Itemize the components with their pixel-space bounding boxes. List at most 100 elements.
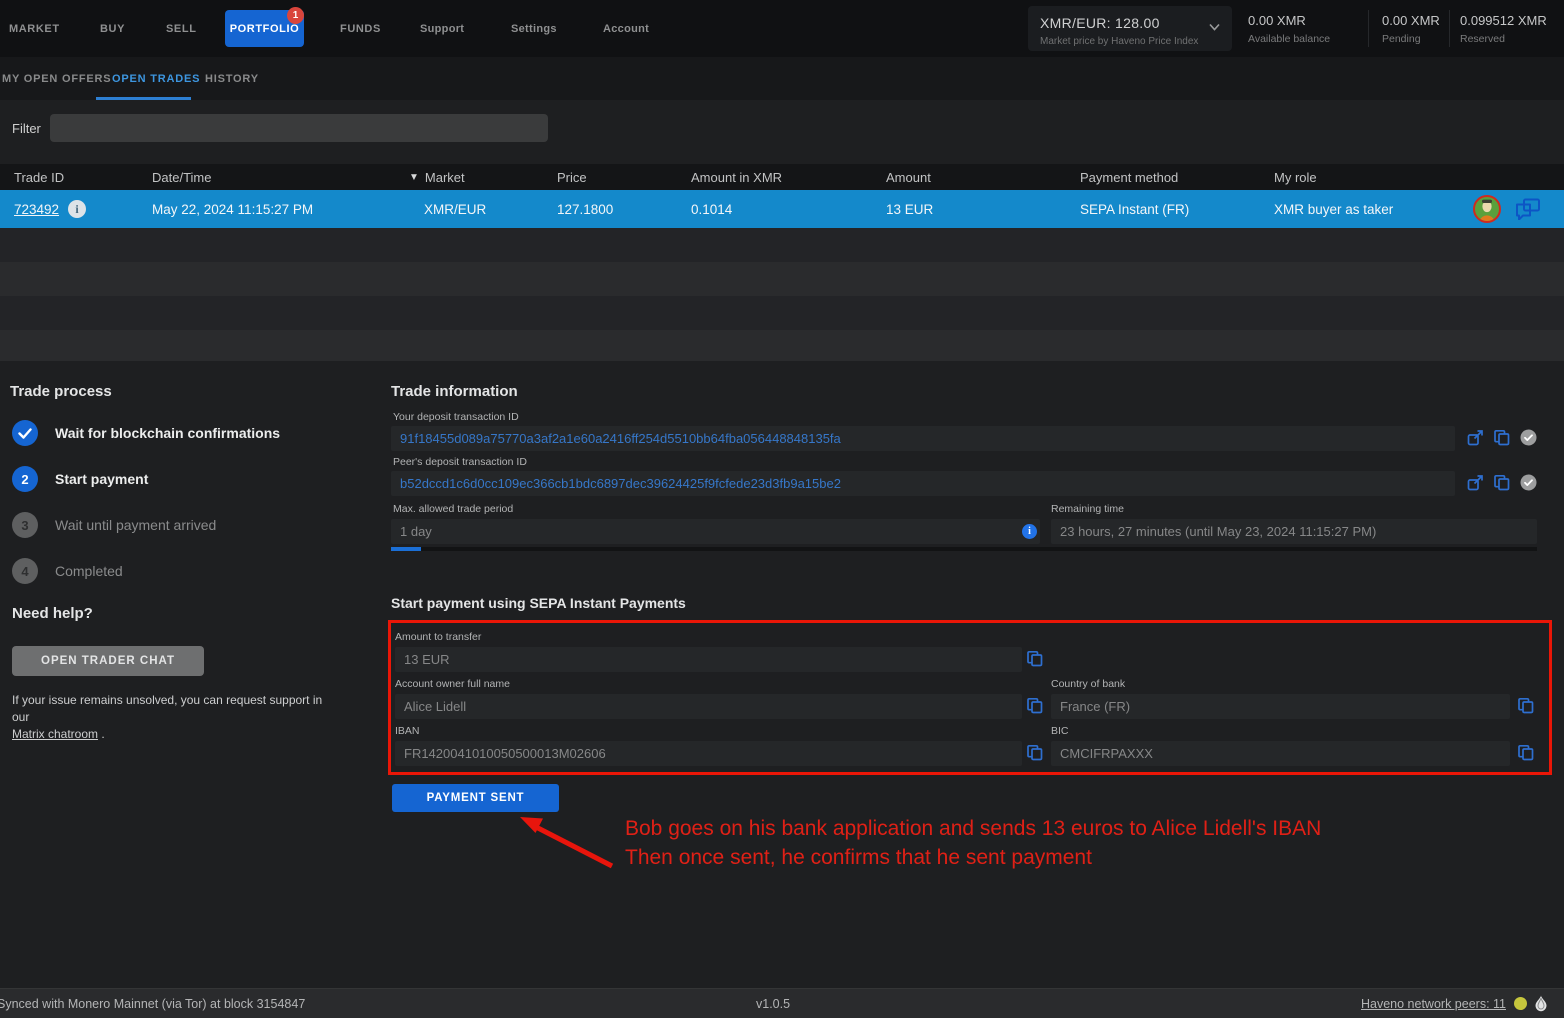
column-amount[interactable]: Amount: [886, 164, 931, 190]
step-label: Completed: [55, 563, 123, 579]
haveno-app-window: MARKET BUY SELL PORTFOLIO 1 FUNDS Suppor…: [0, 0, 1564, 1018]
table-empty-row: [0, 296, 1564, 330]
filter-label: Filter: [12, 121, 41, 136]
annotation-text-line2: Then once sent, he confirms that he sent…: [625, 846, 1092, 870]
amount-to-transfer-label: Amount to transfer: [395, 631, 481, 643]
available-balance-value: 0.00 XMR: [1248, 13, 1306, 28]
trade-period-info-icon[interactable]: i: [1022, 524, 1037, 539]
copy-txid-icon[interactable]: [1493, 429, 1510, 446]
tab-history[interactable]: HISTORY: [205, 57, 259, 100]
peer-txid-field[interactable]: b52dccd1c6d0cc109ec366cb1bdc6897dec39624…: [391, 471, 1455, 496]
amount-to-transfer-field[interactable]: 13 EUR: [395, 647, 1022, 672]
column-market[interactable]: ▼ Market: [409, 164, 465, 190]
trade-period-progress-fill: [391, 547, 421, 551]
bic-label: BIC: [1051, 725, 1069, 737]
table-empty-row: [0, 262, 1564, 296]
trade-information-title: Trade information: [391, 383, 518, 400]
chevron-down-icon: [1209, 23, 1220, 31]
available-balance-label: Available balance: [1248, 33, 1330, 45]
need-help-title: Need help?: [12, 605, 93, 622]
nav-funds[interactable]: FUNDS: [340, 0, 381, 57]
trade-my-role: XMR buyer as taker: [1274, 190, 1393, 228]
nav-market[interactable]: MARKET: [9, 0, 60, 57]
filter-input[interactable]: [50, 114, 548, 142]
portfolio-subtabs: MY OPEN OFFERS OPEN TRADES HISTORY: [0, 57, 1564, 100]
nav-support[interactable]: Support: [420, 0, 464, 57]
trade-market: XMR/EUR: [424, 190, 486, 228]
sync-status-text: Synced with Monero Mainnet (via Tor) at …: [0, 997, 305, 1011]
country-of-bank-label: Country of bank: [1051, 678, 1125, 690]
market-price-source: Market price by Haveno Price Index: [1040, 36, 1198, 47]
status-bar: Synced with Monero Mainnet (via Tor) at …: [0, 988, 1564, 1018]
table-empty-row: [0, 330, 1564, 361]
copy-country-icon[interactable]: [1517, 697, 1534, 714]
remaining-time-field[interactable]: 23 hours, 27 minutes (until May 23, 2024…: [1051, 519, 1537, 544]
column-date-time[interactable]: Date/Time: [152, 164, 211, 190]
pending-balance-label: Pending: [1382, 33, 1421, 45]
step-start-payment: 2 Start payment: [12, 466, 148, 492]
open-trader-chat-button[interactable]: OPEN TRADER CHAT: [12, 646, 204, 676]
trade-amount: 13 EUR: [886, 190, 933, 228]
iban-field[interactable]: FR1420041010050500013M02606: [395, 741, 1022, 766]
column-payment-method[interactable]: Payment method: [1080, 164, 1178, 190]
trade-table-row-selected[interactable]: 723492 i May 22, 2024 11:15:27 PM XMR/EU…: [0, 190, 1564, 228]
annotation-arrow: [500, 806, 630, 878]
account-owner-label: Account owner full name: [395, 678, 510, 690]
trade-period-field[interactable]: 1 day: [391, 519, 1040, 544]
copy-iban-icon[interactable]: [1026, 744, 1043, 761]
account-owner-field[interactable]: Alice Lidell: [395, 694, 1022, 719]
tor-onion-icon[interactable]: [1534, 995, 1548, 1013]
column-my-role[interactable]: My role: [1274, 164, 1317, 190]
nav-settings[interactable]: Settings: [511, 0, 557, 57]
divider: [1449, 10, 1450, 47]
trade-datetime: May 22, 2024 11:15:27 PM: [152, 190, 313, 228]
tab-open-trades[interactable]: OPEN TRADES: [112, 57, 200, 100]
annotation-text-line1: Bob goes on his bank application and sen…: [625, 817, 1321, 841]
nav-buy[interactable]: BUY: [100, 0, 125, 57]
step-done-icon: [12, 420, 38, 446]
open-explorer-icon[interactable]: [1467, 429, 1484, 446]
reserved-balance-label: Reserved: [1460, 33, 1505, 45]
network-peers-link[interactable]: Haveno network peers: 11: [1361, 997, 1506, 1011]
copy-bic-icon[interactable]: [1517, 744, 1534, 761]
copy-owner-icon[interactable]: [1026, 697, 1043, 714]
nav-sell[interactable]: SELL: [166, 0, 197, 57]
trade-id-link[interactable]: 723492: [14, 202, 59, 217]
trade-period-progress-bar: [391, 547, 1537, 551]
matrix-chatroom-link[interactable]: Matrix chatroom: [12, 727, 98, 741]
trade-price: 127.1800: [557, 190, 613, 228]
your-txid-field[interactable]: 91f18455d089a75770a3af2a1e60a2416ff254d5…: [391, 426, 1455, 451]
tab-my-open-offers[interactable]: MY OPEN OFFERS: [2, 57, 111, 100]
nav-account[interactable]: Account: [603, 0, 649, 57]
column-trade-id[interactable]: Trade ID: [14, 164, 64, 190]
start-payment-title: Start payment using SEPA Instant Payment…: [391, 595, 686, 611]
step-completed: 4 Completed: [12, 558, 123, 584]
copy-amount-icon[interactable]: [1026, 650, 1043, 667]
version-label: v1.0.5: [756, 997, 790, 1011]
active-tab-underline: [96, 97, 191, 100]
peer-avatar[interactable]: [1473, 195, 1501, 223]
divider: [1368, 10, 1369, 47]
support-hint-suffix: .: [98, 727, 105, 741]
column-price[interactable]: Price: [557, 164, 587, 190]
step-label: Wait for blockchain confirmations: [55, 425, 280, 441]
step-label: Wait until payment arrived: [55, 517, 216, 533]
bic-field[interactable]: CMCIFRPAXXX: [1051, 741, 1510, 766]
copy-txid-icon[interactable]: [1493, 474, 1510, 491]
trade-payment-method: SEPA Instant (FR): [1080, 190, 1189, 228]
trade-process-title: Trade process: [10, 383, 112, 400]
step-wait-blockchain: Wait for blockchain confirmations: [12, 420, 280, 446]
trades-table-header: Trade ID Date/Time ▼ Market Price Amount…: [0, 164, 1564, 190]
step-label: Start payment: [55, 471, 148, 487]
column-amount-in-xmr[interactable]: Amount in XMR: [691, 164, 782, 190]
column-market-label: Market: [425, 170, 465, 185]
sort-descending-icon: ▼: [409, 172, 419, 183]
top-navigation-bar: MARKET BUY SELL PORTFOLIO 1 FUNDS Suppor…: [0, 0, 1564, 57]
notification-badge: 1: [287, 7, 304, 24]
market-price-selector[interactable]: XMR/EUR: 128.00 Market price by Haveno P…: [1028, 6, 1232, 51]
open-explorer-icon[interactable]: [1467, 474, 1484, 491]
country-of-bank-field[interactable]: France (FR): [1051, 694, 1510, 719]
trader-chat-icon[interactable]: [1515, 198, 1541, 220]
step-number: 4: [12, 558, 38, 584]
trade-info-icon[interactable]: i: [68, 200, 86, 218]
